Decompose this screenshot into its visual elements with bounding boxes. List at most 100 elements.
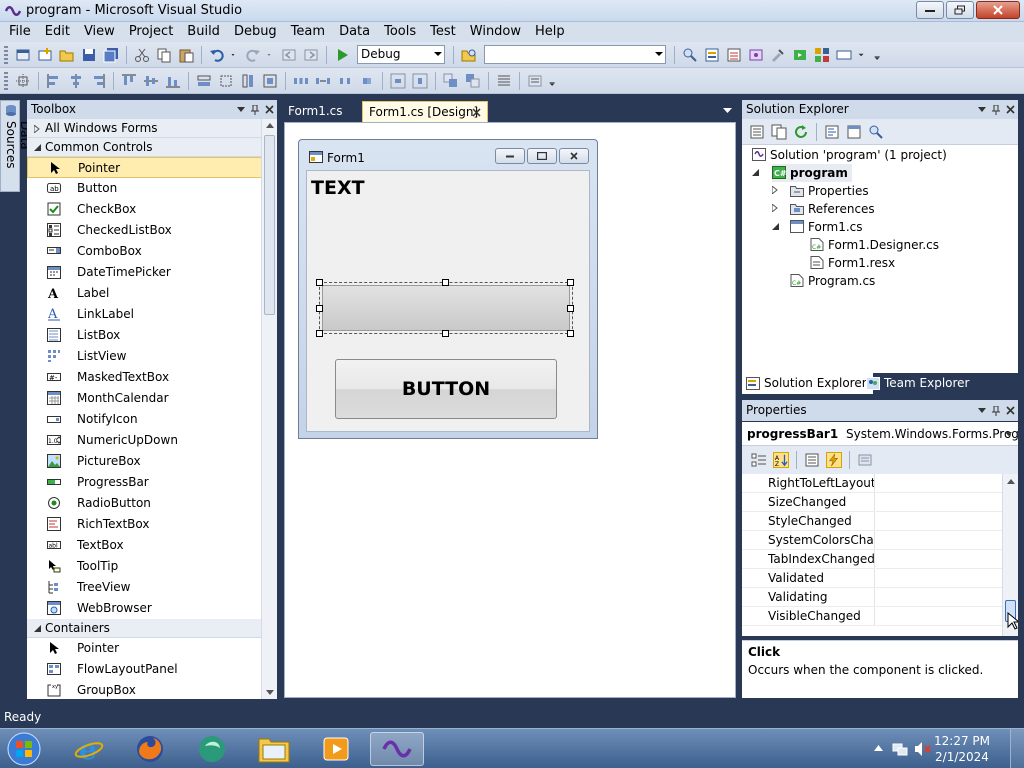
align-middles-icon[interactable] — [143, 73, 159, 89]
event-value[interactable] — [876, 531, 1002, 550]
center-horizontally-icon[interactable] — [390, 73, 406, 89]
toolbox-item-checkbox[interactable]: CheckBox — [27, 199, 277, 220]
show-all-files-icon[interactable] — [771, 124, 787, 140]
paste-icon[interactable] — [178, 47, 194, 63]
resize-handle-se[interactable] — [567, 330, 574, 337]
taskbar-explorer[interactable] — [247, 732, 301, 766]
refresh-icon[interactable] — [793, 124, 809, 140]
copy-icon[interactable] — [156, 47, 172, 63]
resize-handle-s[interactable] — [442, 330, 449, 337]
close-button[interactable] — [976, 1, 1020, 19]
event-row[interactable]: Validating — [742, 588, 1002, 607]
form-minimize-button[interactable] — [495, 148, 525, 164]
menu-edit[interactable]: Edit — [38, 22, 77, 42]
make-same-width-icon[interactable] — [196, 73, 212, 89]
scroll-down-icon[interactable] — [266, 690, 274, 695]
collapse-icon[interactable] — [772, 223, 779, 230]
taskbar-media-player[interactable] — [309, 732, 363, 766]
collapse-icon[interactable] — [752, 169, 759, 176]
toolbox-item-richtextbox[interactable]: RichTextBox — [27, 514, 277, 535]
make-same-size-icon[interactable] — [262, 73, 278, 89]
toolbox-item-monthcalendar[interactable]: MonthCalendar — [27, 388, 277, 409]
event-row[interactable]: Validated — [742, 569, 1002, 588]
undo-icon[interactable] — [209, 47, 225, 63]
toolbox-item-webbrowser[interactable]: WebBrowser — [27, 598, 277, 619]
find-combo[interactable] — [484, 45, 666, 64]
close-panel-icon[interactable] — [1006, 406, 1015, 415]
toolbox-item-tooltip[interactable]: ToolTip — [27, 556, 277, 577]
resize-handle-nw[interactable] — [316, 279, 323, 286]
redo-icon[interactable] — [245, 47, 261, 63]
window-position-dropdown-icon[interactable] — [978, 407, 986, 414]
event-row[interactable]: RightToLeftLayoutC — [742, 474, 1002, 493]
toolbar-options-icon[interactable] — [549, 73, 559, 89]
scroll-up-icon[interactable] — [1007, 479, 1015, 484]
close-tab-icon[interactable] — [472, 108, 481, 117]
tree-properties[interactable]: Properties — [790, 182, 869, 200]
toolbox-item-pointer[interactable]: Pointer — [27, 157, 277, 178]
toolbox-group-common[interactable]: Common Controls — [27, 138, 277, 157]
align-lefts-icon[interactable] — [46, 73, 62, 89]
navigate-back-icon[interactable] — [281, 47, 297, 63]
align-rights-icon[interactable] — [90, 73, 106, 89]
tree-form1-cs[interactable]: Form1.cs — [790, 218, 863, 236]
extension-manager-icon[interactable] — [814, 47, 830, 63]
start-debugging-icon[interactable] — [334, 47, 350, 63]
toolbox-item-pointer-containers[interactable]: Pointer — [27, 638, 277, 659]
toolbar-grip[interactable] — [4, 45, 8, 64]
form-designer-window[interactable]: Form1 TEXT BUTTON — [298, 139, 598, 439]
align-tops-icon[interactable] — [121, 73, 137, 89]
menu-file[interactable]: File — [2, 22, 38, 42]
toolbar-grip[interactable] — [4, 71, 8, 90]
taskbar-media-center[interactable] — [185, 732, 239, 766]
align-bottoms-icon[interactable] — [165, 73, 181, 89]
toolbox-item-listview[interactable]: ListView — [27, 346, 277, 367]
close-panel-icon[interactable] — [265, 105, 274, 114]
toolbox-scrollbar[interactable] — [261, 119, 277, 699]
expand-icon[interactable] — [772, 186, 778, 194]
toolbox-item-combobox[interactable]: ComboBox — [27, 241, 277, 262]
taskbar-firefox[interactable] — [123, 732, 177, 766]
redo-dropdown-icon[interactable] — [267, 47, 275, 63]
object-browser-icon[interactable] — [748, 47, 764, 63]
properties-object-selector[interactable]: progressBar1 System.Windows.Forms.Progre… — [742, 422, 1018, 446]
menu-test[interactable]: Test — [423, 22, 463, 42]
form-client-area[interactable]: TEXT BUTTON — [306, 170, 590, 432]
tab-form1-cs[interactable]: Form1.cs — [282, 101, 362, 122]
horizontal-spacing-equal-icon[interactable] — [293, 73, 309, 89]
tab-team-explorer[interactable]: Team Explorer — [862, 373, 976, 394]
event-value[interactable] — [876, 550, 1002, 569]
toolbox-item-label[interactable]: A Label — [27, 283, 277, 304]
start-page-icon[interactable] — [792, 47, 808, 63]
close-panel-icon[interactable] — [1006, 105, 1015, 114]
toolbox-item-checkedlistbox[interactable]: CheckedListBox — [27, 220, 277, 241]
toolbox-group-containers[interactable]: Containers — [27, 619, 277, 638]
solution-config-select[interactable]: Debug — [357, 45, 445, 64]
event-row[interactable]: StyleChanged — [742, 512, 1002, 531]
toolbox-item-textbox[interactable]: abl TextBox — [27, 535, 277, 556]
tab-form1-design[interactable]: Form1.cs [Design] — [362, 101, 488, 122]
toolbox-item-notifyicon[interactable]: NotifyIcon — [27, 409, 277, 430]
event-row[interactable]: SystemColorsChang — [742, 531, 1002, 550]
resize-handle-e[interactable] — [567, 305, 574, 312]
form-close-button[interactable] — [559, 148, 589, 164]
tree-form1-resx[interactable]: Form1.resx — [810, 254, 895, 272]
toolbox-item-picturebox[interactable]: PictureBox — [27, 451, 277, 472]
tree-project[interactable]: C# program — [772, 164, 852, 182]
event-value[interactable] — [876, 588, 1002, 607]
lock-controls-icon[interactable] — [527, 73, 543, 89]
toolbox-item-progressbar[interactable]: ProgressBar — [27, 472, 277, 493]
tree-references[interactable]: References — [790, 200, 875, 218]
view-designer-icon[interactable] — [846, 124, 862, 140]
minimize-button[interactable] — [916, 1, 944, 19]
form-button-control[interactable]: BUTTON — [335, 359, 557, 419]
align-to-grid-icon[interactable] — [15, 73, 31, 89]
undo-dropdown-icon[interactable] — [231, 47, 239, 63]
tab-order-icon[interactable] — [496, 73, 512, 89]
auto-hide-pin-icon[interactable] — [992, 405, 1000, 416]
show-desktop-button[interactable] — [1010, 729, 1024, 768]
find-symbol-icon[interactable] — [682, 47, 698, 63]
property-pages-icon[interactable] — [857, 452, 873, 468]
properties-icon[interactable] — [749, 124, 765, 140]
view-code-icon[interactable] — [824, 124, 840, 140]
